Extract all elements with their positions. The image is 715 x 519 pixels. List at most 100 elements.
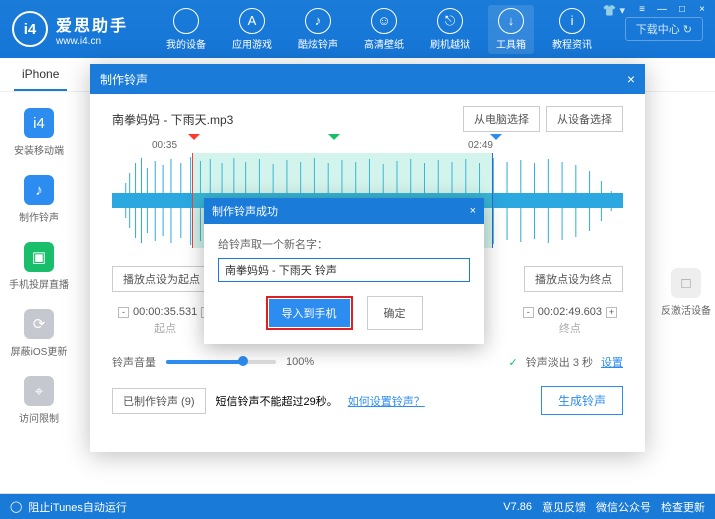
check-icon: ✓	[509, 356, 518, 369]
block-itunes-toggle[interactable]: 阻止iTunes自动运行	[28, 499, 127, 515]
cast-icon: ▣	[24, 242, 54, 272]
end-minus-button[interactable]: -	[523, 307, 534, 318]
start-marker-icon[interactable]	[188, 134, 200, 144]
sms-hint: 短信铃声不能超过29秒。	[216, 393, 338, 409]
nav-apps[interactable]: A 应用游戏	[224, 5, 280, 54]
wechat-button[interactable]: 微信公众号	[596, 499, 651, 515]
start-time-box: -00:00:35.531+ 起点	[118, 306, 212, 336]
logo-badge-icon: i4	[12, 11, 48, 47]
end-plus-button[interactable]: +	[606, 307, 617, 318]
apple-icon	[173, 8, 199, 34]
start-time-label: 起点	[118, 320, 212, 336]
window-controls: ≡ — □ ×	[635, 4, 709, 15]
right-sidebar: □ 反激活设备	[657, 58, 715, 493]
minimize-button[interactable]: —	[655, 4, 669, 15]
sidebar-label: 制作铃声	[19, 209, 59, 224]
nav-tutorials[interactable]: i 教程资讯	[544, 5, 600, 54]
sidebar-restrictions[interactable]: ⌖访问限制	[19, 376, 59, 425]
slider-thumb-icon[interactable]	[238, 356, 248, 366]
bottom-row: 已制作铃声 (9) 短信铃声不能超过29秒。 如何设置铃声？ 生成铃声	[112, 386, 623, 415]
success-dialog: 制作铃声成功 × 给铃声取一个新名字： 导入到手机 确定	[204, 198, 484, 344]
nav-label: 教程资讯	[552, 36, 592, 51]
ok-button[interactable]: 确定	[367, 296, 423, 330]
sidebar-deactivate[interactable]: □ 反激活设备	[661, 268, 711, 317]
i4-icon: i4	[24, 108, 54, 138]
info-icon: i	[559, 8, 585, 34]
ringtone-name-input[interactable]	[218, 258, 470, 282]
nav-label: 酷炫铃声	[298, 36, 338, 51]
download-center-button[interactable]: 下载中心 ↻	[625, 17, 703, 41]
playhead-marker-icon[interactable]	[328, 134, 340, 144]
nav-label: 我的设备	[166, 36, 206, 51]
volume-row: 铃声音量 100% ✓ 铃声淡出 3 秒 设置	[112, 354, 623, 370]
menu-icon[interactable]: ≡	[635, 4, 649, 15]
music-icon: ♪	[305, 8, 331, 34]
nav-wallpapers[interactable]: ☺高清壁纸	[356, 5, 412, 54]
highlight-box: 导入到手机	[266, 296, 353, 330]
device-icon: □	[671, 268, 701, 298]
fade-out-label: 铃声淡出 3 秒	[526, 354, 593, 370]
itunes-op-icon: ◯	[10, 500, 22, 513]
nav-toolbox[interactable]: ↓ 工具箱	[488, 5, 534, 54]
version-label: V7.86	[503, 501, 532, 513]
appstore-icon: A	[239, 8, 265, 34]
end-marker-icon[interactable]	[490, 134, 502, 144]
volume-slider[interactable]	[166, 360, 276, 364]
sidebar-make-ringtone[interactable]: ♪ 制作铃声	[19, 175, 59, 224]
check-update-button[interactable]: 检查更新	[661, 499, 705, 515]
skin-icon[interactable]: 👕 ▾	[603, 4, 625, 17]
maximize-button[interactable]: □	[675, 4, 689, 15]
nav-label: 工具箱	[496, 36, 526, 51]
nav-my-device[interactable]: 我的设备	[158, 5, 214, 54]
nav-ringtones[interactable]: ♪ 酷炫铃声	[290, 5, 346, 54]
top-nav: 我的设备 A 应用游戏 ♪ 酷炫铃声 ☺高清壁纸 ⎋ 刷机越狱 ↓ 工具箱 i 教程资讯	[158, 5, 625, 54]
sidebar-label: 手机投屏直播	[9, 276, 69, 291]
tab-iphone[interactable]: iPhone	[14, 59, 67, 91]
audio-file-name: 南拳妈妈 - 下雨天.mp3	[112, 111, 233, 128]
close-icon[interactable]: ×	[627, 71, 635, 87]
sidebar-install-mobile[interactable]: i4安装移动端	[14, 108, 64, 157]
select-from-device-button[interactable]: 从设备选择	[546, 106, 623, 132]
nav-flash[interactable]: ⎋ 刷机越狱	[422, 5, 478, 54]
end-time-value: 00:02:49.603	[538, 306, 602, 318]
titlebar: i4 爱思助手 www.i4.cn 我的设备 A 应用游戏 ♪ 酷炫铃声 ☺高清壁纸…	[0, 0, 715, 58]
how-to-link[interactable]: 如何设置铃声？	[348, 393, 425, 409]
nav-label: 应用游戏	[232, 36, 272, 51]
ringtone-dialog-title: 制作铃声	[100, 71, 148, 88]
start-time-value: 00:00:35.531	[133, 306, 197, 318]
download-icon: ↓	[498, 8, 524, 34]
ringtone-dialog-header: 制作铃声 ×	[90, 64, 645, 94]
close-button[interactable]: ×	[695, 4, 709, 15]
volume-value: 100%	[286, 356, 314, 368]
end-time-box: -00:02:49.603 + 终点	[523, 306, 617, 336]
feedback-button[interactable]: 意见反馈	[542, 499, 586, 515]
app-name: 爱思助手	[56, 12, 128, 36]
nav-label: 高清壁纸	[364, 36, 404, 51]
generate-ringtone-button[interactable]: 生成铃声	[541, 386, 623, 415]
nav-label: 刷机越狱	[430, 36, 470, 51]
sidebar-label: 访问限制	[19, 410, 59, 425]
flash-icon: ⎋	[437, 8, 463, 34]
start-marker-time: 00:35	[152, 140, 177, 151]
start-minus-button[interactable]: -	[118, 307, 129, 318]
made-ringtones-button[interactable]: 已制作铃声 (9)	[112, 388, 206, 414]
fade-settings-link[interactable]: 设置	[601, 354, 623, 370]
sidebar-label: 屏蔽iOS更新	[11, 343, 68, 358]
app-logo: i4 爱思助手 www.i4.cn	[12, 11, 128, 47]
volume-label: 铃声音量	[112, 354, 156, 370]
bell-icon: ♪	[24, 175, 54, 205]
sidebar-screen-mirror[interactable]: ▣ 手机投屏直播	[9, 242, 69, 291]
set-start-button[interactable]: 播放点设为起点	[112, 266, 211, 292]
rename-label: 给铃声取一个新名字：	[218, 236, 470, 252]
success-dialog-title: 制作铃声成功	[212, 203, 278, 219]
refresh-icon: ⟳	[24, 309, 54, 339]
set-end-button[interactable]: 播放点设为终点	[524, 266, 623, 292]
select-from-pc-button[interactable]: 从电脑选择	[463, 106, 540, 132]
sidebar-block-update[interactable]: ⟳ 屏蔽iOS更新	[11, 309, 68, 358]
close-icon[interactable]: ×	[470, 205, 476, 217]
sidebar-label: 反激活设备	[661, 302, 711, 317]
end-time-label: 终点	[523, 320, 617, 336]
success-dialog-header: 制作铃声成功 ×	[204, 198, 484, 224]
import-to-phone-button[interactable]: 导入到手机	[269, 299, 350, 327]
left-sidebar: i4安装移动端 ♪ 制作铃声 ▣ 手机投屏直播 ⟳ 屏蔽iOS更新 ⌖访问限制	[0, 58, 78, 493]
